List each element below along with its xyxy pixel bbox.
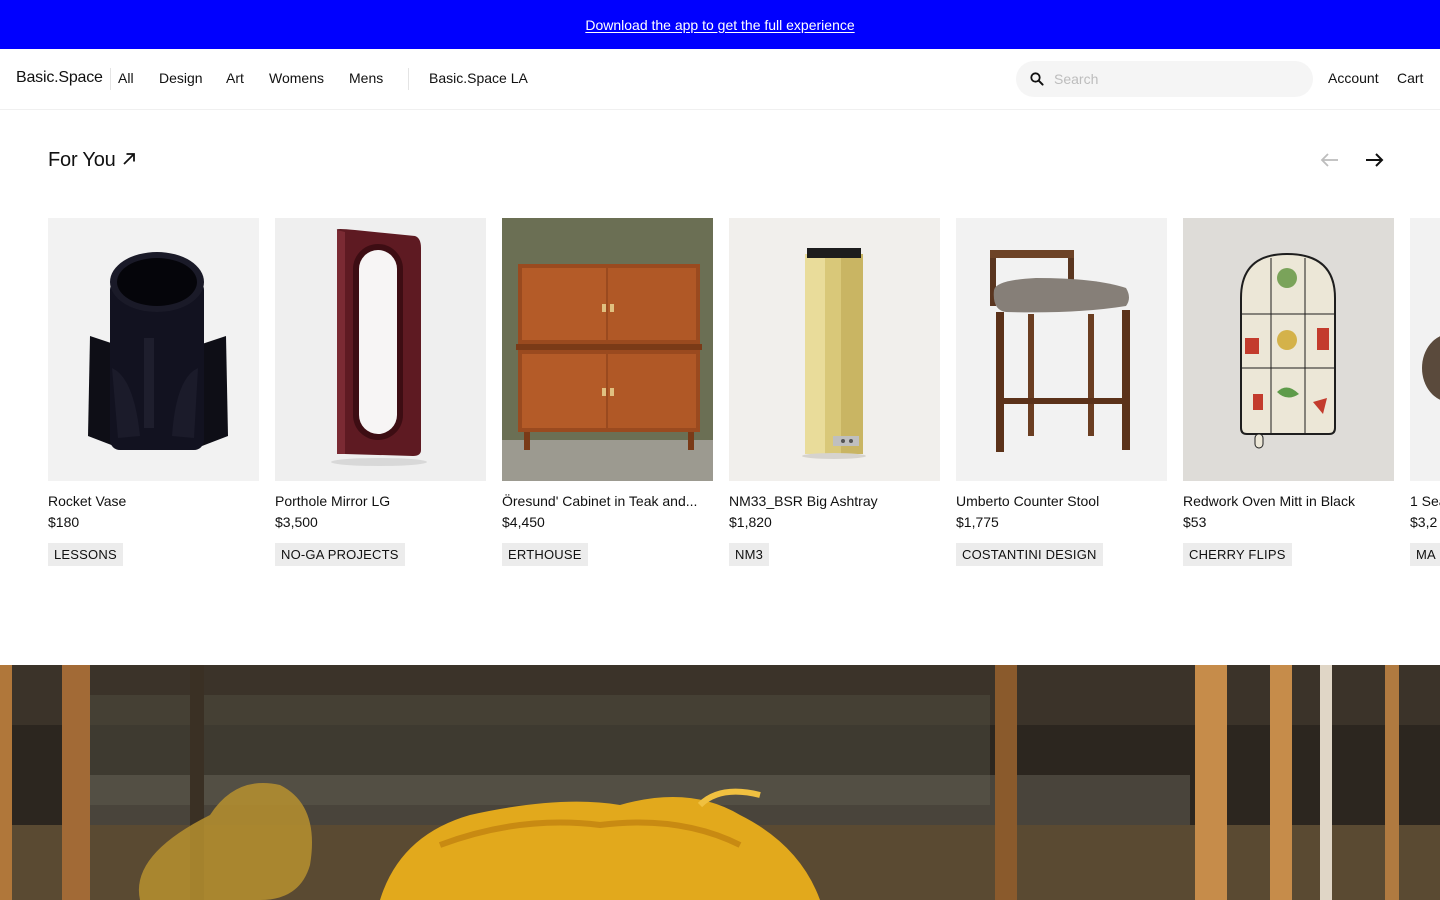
product-image[interactable] <box>956 218 1167 481</box>
product-name[interactable]: 1 Sea <box>1410 493 1440 509</box>
for-you-heading[interactable]: For You <box>48 149 136 172</box>
product-name[interactable]: NM33_BSR Big Ashtray <box>729 493 940 509</box>
product-image[interactable] <box>502 218 713 481</box>
brand-badge[interactable]: COSTANTINI DESIGN <box>956 543 1103 566</box>
product-price: $1,820 <box>729 514 772 530</box>
search-input[interactable] <box>1054 61 1304 97</box>
brand-badge[interactable]: NM3 <box>729 543 770 566</box>
nav-link-art[interactable]: Art <box>226 70 244 86</box>
nav-divider <box>408 68 409 90</box>
product-name[interactable]: Porthole Mirror LG <box>275 493 486 509</box>
arrow-right-icon[interactable] <box>1362 148 1386 172</box>
product-name[interactable]: Rocket Vase <box>48 493 259 509</box>
product-price: $3,2 <box>1410 514 1438 530</box>
for-you-carousel: Rocket Vase $180 LESSONS Porthole Mirror… <box>48 218 1440 578</box>
product-name[interactable]: Umberto Counter Stool <box>956 493 1167 509</box>
account-link[interactable]: Account <box>1328 70 1379 86</box>
product-card[interactable]: Öresund' Cabinet in Teak and... $4,450 E… <box>502 218 713 566</box>
product-image[interactable] <box>48 218 259 481</box>
nav-link-mens[interactable]: Mens <box>349 70 383 86</box>
arrow-left-icon[interactable] <box>1318 148 1342 172</box>
product-card[interactable]: Umberto Counter Stool $1,775 COSTANTINI … <box>956 218 1167 566</box>
download-app-link[interactable]: Download the app to get the full experie… <box>585 17 854 33</box>
product-image[interactable] <box>275 218 486 481</box>
product-price: $4,450 <box>502 514 545 530</box>
product-image[interactable] <box>729 218 940 481</box>
product-image[interactable] <box>1410 218 1440 481</box>
brand-badge[interactable]: NO-GA PROJECTS <box>275 543 405 566</box>
product-card[interactable]: Redwork Oven Mitt in Black $53 CHERRY FL… <box>1183 218 1394 566</box>
product-price: $3,500 <box>275 514 318 530</box>
product-card[interactable]: 1 Sea $3,2 MA <box>1410 218 1440 566</box>
product-image[interactable] <box>1183 218 1394 481</box>
product-card[interactable]: Rocket Vase $180 LESSONS <box>48 218 259 566</box>
app-download-banner: Download the app to get the full experie… <box>0 0 1440 49</box>
top-nav: Basic.Space All Design Art Womens Mens B… <box>0 49 1440 110</box>
nav-link-basic-space-la[interactable]: Basic.Space LA <box>429 70 528 86</box>
search-bar[interactable] <box>1016 61 1313 97</box>
nav-link-womens[interactable]: Womens <box>269 70 324 86</box>
hero-image[interactable] <box>0 665 1440 900</box>
brand-badge[interactable]: ERTHOUSE <box>502 543 588 566</box>
brand-badge[interactable]: CHERRY FLIPS <box>1183 543 1292 566</box>
brand-badge[interactable]: LESSONS <box>48 543 123 566</box>
nav-divider <box>110 68 111 90</box>
brand-badge[interactable]: MA <box>1410 543 1440 566</box>
brand-logo[interactable]: Basic.Space <box>16 69 103 87</box>
product-price: $1,775 <box>956 514 999 530</box>
product-card[interactable]: Porthole Mirror LG $3,500 NO-GA PROJECTS <box>275 218 486 566</box>
nav-link-all[interactable]: All <box>118 70 134 86</box>
arrow-up-right-icon <box>122 152 135 165</box>
cart-link[interactable]: Cart <box>1397 70 1423 86</box>
product-card[interactable]: NM33_BSR Big Ashtray $1,820 NM3 <box>729 218 940 566</box>
search-icon <box>1030 72 1044 86</box>
product-name[interactable]: Redwork Oven Mitt in Black <box>1183 493 1394 509</box>
nav-link-design[interactable]: Design <box>159 70 203 86</box>
product-price: $180 <box>48 514 80 530</box>
product-name[interactable]: Öresund' Cabinet in Teak and... <box>502 493 713 509</box>
for-you-title: For You <box>48 149 116 171</box>
product-price: $53 <box>1183 514 1207 530</box>
